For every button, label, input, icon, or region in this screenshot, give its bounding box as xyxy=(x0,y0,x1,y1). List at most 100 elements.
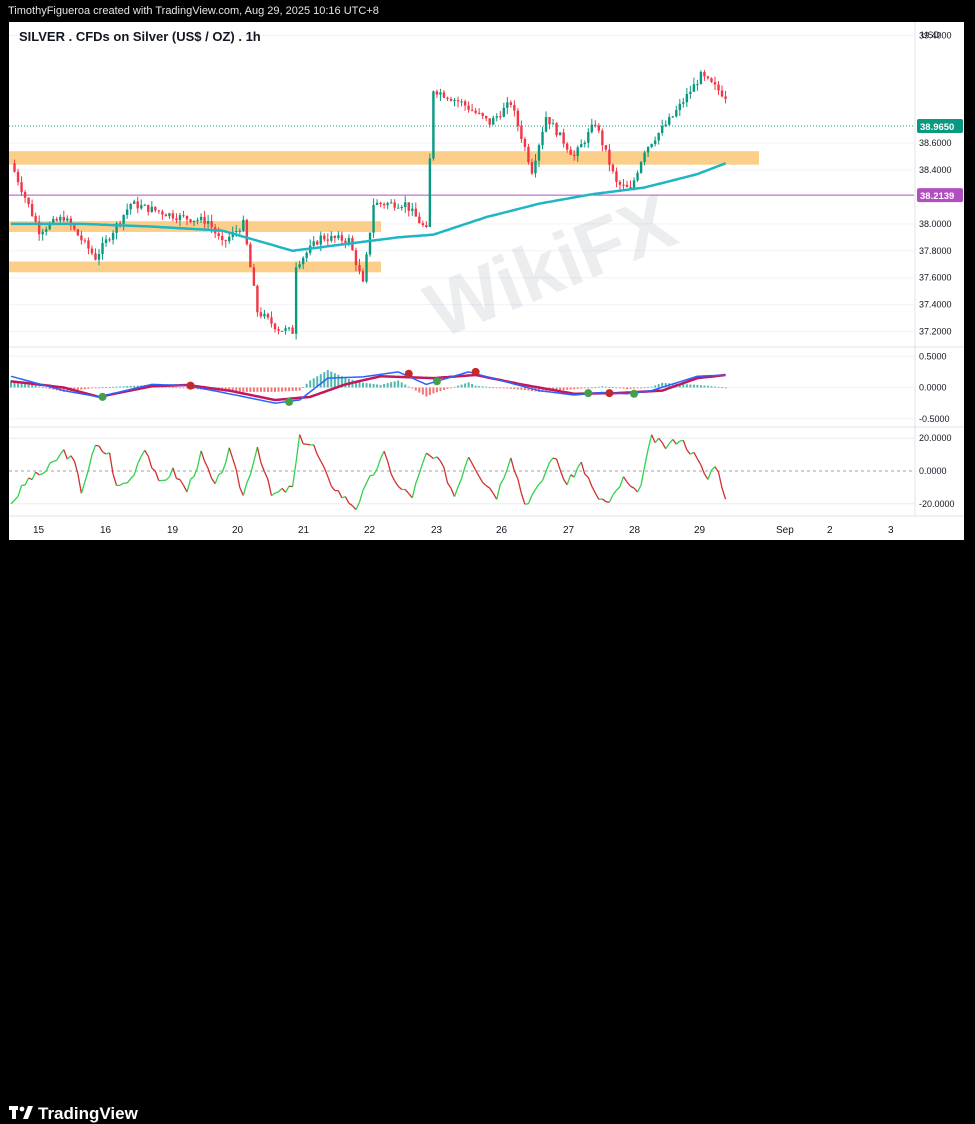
candle-body xyxy=(443,92,445,97)
oscillator-segment xyxy=(60,450,64,454)
macd-histogram-bar xyxy=(418,388,420,393)
macd-histogram-bar xyxy=(425,388,427,397)
candle-body xyxy=(432,91,434,158)
macd-histogram-bar xyxy=(77,388,79,391)
macd-histogram-bar xyxy=(80,388,82,390)
macd-histogram-bar xyxy=(383,384,385,388)
oscillator-segment xyxy=(458,479,462,487)
macd-histogram-bar xyxy=(640,388,642,389)
oscillator-segment xyxy=(324,468,328,477)
oscillator-segment xyxy=(81,482,85,494)
oscillator-segment xyxy=(535,484,539,489)
oscillator-segment xyxy=(666,444,670,449)
price-tick-label: 38.4000 xyxy=(919,165,952,175)
candle-body xyxy=(605,145,607,149)
macd-histogram-bar xyxy=(31,385,33,387)
oscillator-segment xyxy=(613,490,617,495)
macd-histogram-bar xyxy=(390,382,392,387)
macd-histogram-bar xyxy=(580,388,582,389)
macd-histogram-bar xyxy=(358,382,360,388)
candle-body xyxy=(548,117,550,124)
time-tick-label: 16 xyxy=(100,525,112,536)
price-tick-label: 37.2000 xyxy=(919,327,952,337)
chart-panel[interactable]: 39.400038.600038.400038.000037.800037.60… xyxy=(9,22,964,540)
candle-body xyxy=(643,153,645,162)
macd-histogram-bar xyxy=(299,388,301,391)
candle-body xyxy=(436,91,438,94)
resistance-zone xyxy=(9,262,381,273)
oscillator-segment xyxy=(67,456,71,459)
candle-body xyxy=(27,198,29,204)
candle-body xyxy=(112,233,114,240)
oscillator-segment xyxy=(191,477,195,480)
candle-body xyxy=(59,217,61,221)
oscillator-segment xyxy=(243,483,247,496)
macd-histogram-bar xyxy=(292,388,294,391)
oscillator-segment xyxy=(240,487,244,495)
oscillator-segment xyxy=(78,474,82,494)
candle-body xyxy=(31,204,33,216)
oscillator-segment xyxy=(342,497,346,498)
macd-histogram-bar xyxy=(334,373,336,387)
oscillator-segment xyxy=(669,439,673,443)
footer: TradingView xyxy=(0,548,975,589)
macd-histogram-bar xyxy=(116,387,118,388)
macd-histogram-bar xyxy=(573,388,575,390)
price-tick-label: 37.8000 xyxy=(919,246,952,256)
oscillator-segment xyxy=(198,451,202,467)
macd-histogram-bar xyxy=(263,388,265,392)
candle-body xyxy=(270,317,272,323)
tradingview-logo-icon xyxy=(9,1104,33,1122)
oscillator-segment xyxy=(616,487,620,490)
macd-histogram-bar xyxy=(119,386,121,387)
macd-histogram-bar xyxy=(457,386,459,388)
macd-histogram-bar xyxy=(468,382,470,387)
oscillator-segment xyxy=(317,454,321,461)
macd-histogram-bar xyxy=(520,388,522,390)
candle-body xyxy=(221,236,223,240)
oscillator-segment xyxy=(43,471,47,474)
macd-histogram-bar xyxy=(454,387,456,388)
macd-cross-marker xyxy=(605,389,613,397)
oscillator-segment xyxy=(321,461,325,468)
oscillator-segment xyxy=(409,494,413,498)
chart-svg[interactable]: 39.400038.600038.400038.000037.800037.60… xyxy=(9,22,964,540)
macd-histogram-bar xyxy=(387,383,389,387)
macd-histogram-bar xyxy=(443,388,445,391)
time-tick-label: 29 xyxy=(694,525,706,536)
macd-histogram-bar xyxy=(249,388,251,392)
candle-body xyxy=(207,221,209,224)
oscillator-segment xyxy=(490,488,494,493)
candle-body xyxy=(703,72,705,76)
candle-body xyxy=(24,192,26,198)
candle-body xyxy=(439,92,441,94)
macd-cross-marker xyxy=(285,398,293,406)
candle-body xyxy=(63,217,65,221)
candle-body xyxy=(277,329,279,331)
candle-body xyxy=(151,207,153,212)
macd-histogram-bar xyxy=(622,388,624,389)
candle-body xyxy=(313,241,315,245)
currency-label: USD xyxy=(921,30,941,40)
candle-body xyxy=(545,117,547,132)
candle-body xyxy=(457,100,459,101)
macd-histogram-bar xyxy=(362,383,364,388)
oscillator-segment xyxy=(215,475,219,484)
oscillator-segment xyxy=(131,475,135,479)
candle-body xyxy=(362,271,364,281)
macd-histogram-bar xyxy=(700,385,702,387)
oscillator-segment xyxy=(676,441,680,444)
oscillator-segment xyxy=(205,461,209,468)
macd-histogram-bar xyxy=(133,386,135,388)
candle-body xyxy=(369,233,371,255)
macd-histogram-bar xyxy=(415,388,417,391)
candle-body xyxy=(566,144,568,150)
oscillator-segment xyxy=(673,439,677,444)
oscillator-segment xyxy=(655,438,659,442)
macd-histogram-bar xyxy=(626,388,628,390)
oscillator-segment xyxy=(694,452,698,458)
oscillator-segment xyxy=(384,451,388,461)
macd-histogram-bar xyxy=(366,383,368,387)
macd-cross-marker xyxy=(99,393,107,401)
macd-histogram-bar xyxy=(710,386,712,387)
